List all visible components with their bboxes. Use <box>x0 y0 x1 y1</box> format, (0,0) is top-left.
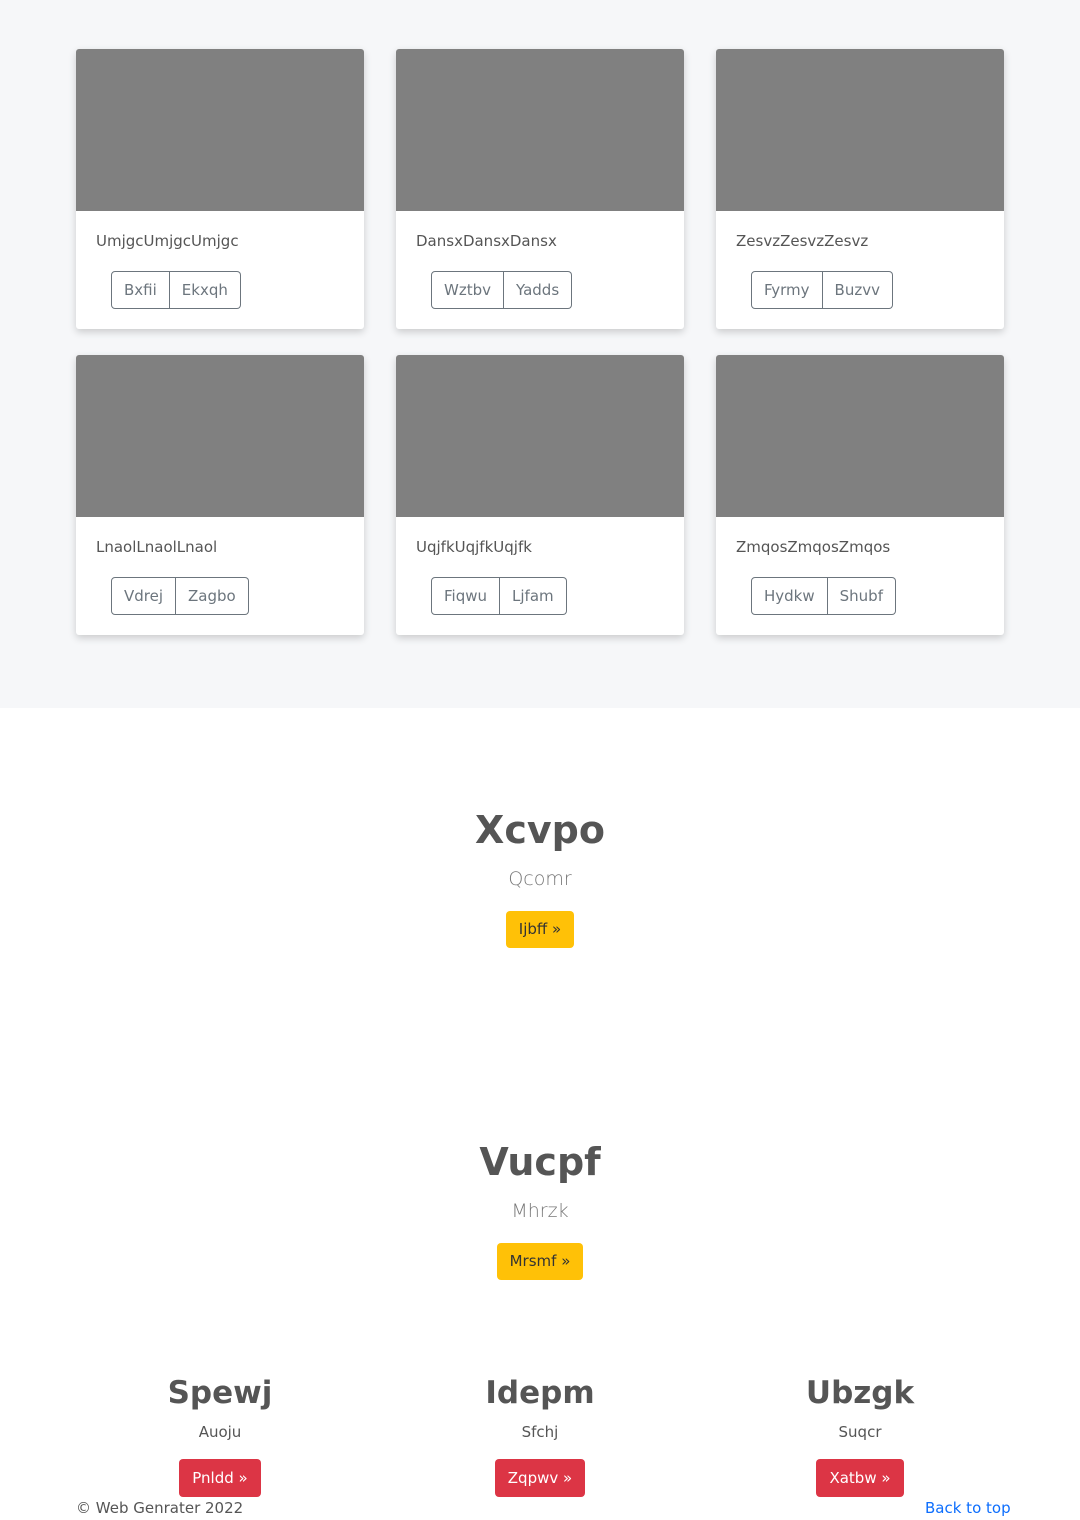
album-card: LnaolLnaolLnaol Vdrej Zagbo <box>76 355 364 635</box>
card-text: ZesvzZesvzZesvz <box>736 232 869 250</box>
card-thumbnail <box>716 49 1004 211</box>
card-edit-button[interactable]: Ekxqh <box>169 271 241 309</box>
album-card: ZmqosZmqosZmqos Hydkw Shubf <box>716 355 1004 635</box>
card-button-group: Vdrej Zagbo <box>111 577 249 615</box>
feature-title: Idepm <box>485 1375 595 1411</box>
card-thumbnail <box>76 49 364 211</box>
album-card: DansxDansxDansx Wztbv Yadds <box>396 49 684 329</box>
card-thumbnail <box>396 49 684 211</box>
card-view-button[interactable]: Wztbv <box>431 271 504 309</box>
hero-title: Xcvpo <box>475 808 605 852</box>
card-text: ZmqosZmqosZmqos <box>736 538 891 556</box>
card-view-button[interactable]: Fyrmy <box>751 271 823 309</box>
feature-button[interactable]: Zqpwv » <box>494 1459 586 1497</box>
feature-title: Spewj <box>167 1375 273 1411</box>
feature-text: Suqcr <box>838 1423 882 1441</box>
feature-button[interactable]: Pnldd » <box>179 1459 261 1497</box>
card-text: UmjgcUmjgcUmjgc <box>96 232 239 250</box>
album-card: UqjfkUqjfkUqjfk Fiqwu Ljfam <box>396 355 684 635</box>
card-button-group: Hydkw Shubf <box>751 577 896 615</box>
back-to-top-link[interactable]: Back to top <box>925 1498 1011 1518</box>
card-edit-button[interactable]: Yadds <box>504 271 573 309</box>
card-edit-button[interactable]: Shubf <box>827 577 896 615</box>
feature-text: Auoju <box>198 1423 242 1441</box>
card-edit-button[interactable]: Ljfam <box>500 577 567 615</box>
card-view-button[interactable]: Fiqwu <box>431 577 501 615</box>
hero-lead: Qcomr <box>508 868 572 890</box>
feature-column: Ubzgk Suqcr Xatbw » <box>716 1374 1004 1497</box>
card-edit-button[interactable]: Buzvv <box>822 271 893 309</box>
footer-copyright: © Web Genrater 2022 <box>76 1499 244 1517</box>
card-text: UqjfkUqjfkUqjfk <box>416 538 532 556</box>
album-card: ZesvzZesvzZesvz Fyrmy Buzvv <box>716 49 1004 329</box>
album-card: UmjgcUmjgcUmjgc Bxfii Ekxqh <box>76 49 364 329</box>
card-text: DansxDansxDansx <box>416 232 557 250</box>
card-button-group: Wztbv Yadds <box>431 271 573 309</box>
card-thumbnail <box>716 355 1004 517</box>
card-button-group: Fiqwu Ljfam <box>431 577 567 615</box>
hero-lead: Mhrzk <box>511 1200 569 1222</box>
feature-column: Idepm Sfchj Zqpwv » <box>396 1374 684 1497</box>
card-edit-button[interactable]: Zagbo <box>176 577 249 615</box>
card-text: LnaolLnaolLnaol <box>96 538 218 556</box>
hero-cta-button[interactable]: Mrsmf » <box>496 1243 584 1280</box>
feature-column: Spewj Auoju Pnldd » <box>76 1374 364 1497</box>
album-section: UmjgcUmjgcUmjgc Bxfii Ekxqh DansxDansxDa… <box>0 0 1080 708</box>
hero-title: Vucpf <box>479 1140 601 1184</box>
card-view-button[interactable]: Hydkw <box>751 577 828 615</box>
card-button-group: Bxfii Ekxqh <box>111 271 241 309</box>
hero-cta-button[interactable]: Ijbff » <box>505 911 575 948</box>
feature-title: Ubzgk <box>805 1375 915 1411</box>
card-thumbnail <box>76 355 364 517</box>
card-thumbnail <box>396 355 684 517</box>
feature-button[interactable]: Xatbw » <box>816 1459 904 1497</box>
hero-section-1: Xcvpo Qcomr Ijbff » <box>0 807 1080 948</box>
feature-text: Sfchj <box>521 1423 559 1441</box>
card-view-button[interactable]: Bxfii <box>111 271 170 309</box>
card-button-group: Fyrmy Buzvv <box>751 271 893 309</box>
hero-section-2: Vucpf Mhrzk Mrsmf » <box>0 1139 1080 1280</box>
card-view-button[interactable]: Vdrej <box>111 577 177 615</box>
